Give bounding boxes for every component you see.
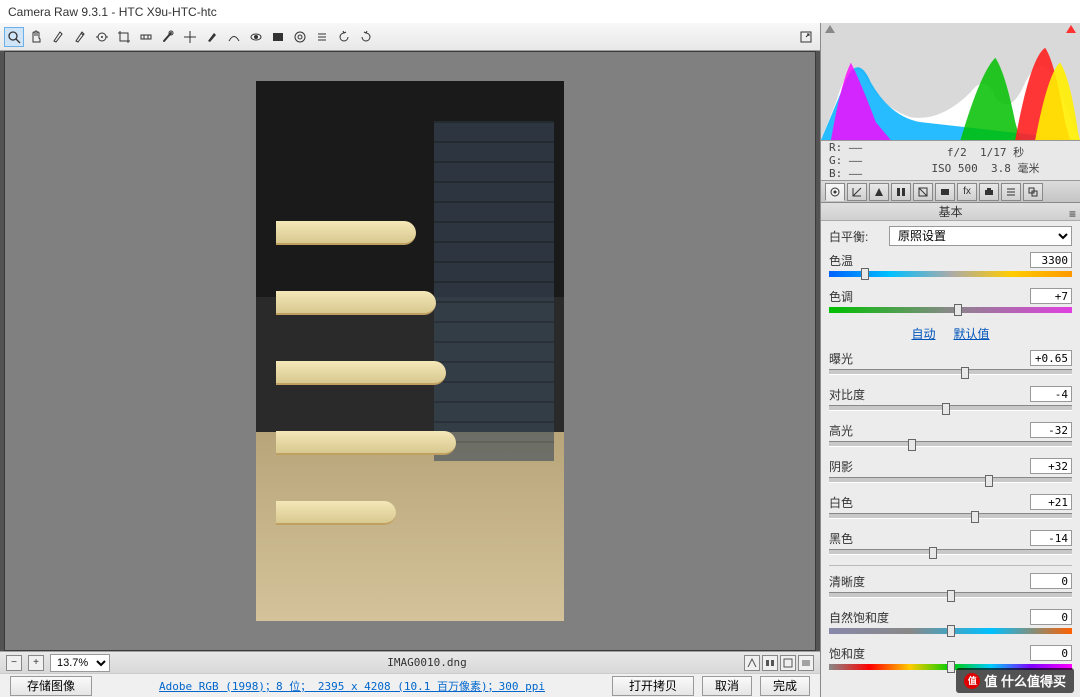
tab-split-toning[interactable] xyxy=(913,183,933,201)
adjustment-brush-tool[interactable] xyxy=(202,27,222,47)
hand-tool[interactable] xyxy=(26,27,46,47)
highlights-slider[interactable] xyxy=(829,441,1072,447)
settings-icon[interactable] xyxy=(798,655,814,671)
whites-slider[interactable] xyxy=(829,513,1072,519)
whites-label: 白色 xyxy=(829,494,853,511)
cancel-button[interactable]: 取消 xyxy=(702,676,752,696)
right-panel: R: —— G: —— B: —— f/2 1/17 秒 ISO 500 3.8… xyxy=(820,23,1080,697)
panel-menu-icon[interactable]: ≡ xyxy=(1069,205,1076,223)
exposure-input[interactable] xyxy=(1030,350,1072,366)
workflow-options-link[interactable]: Adobe RGB (1998)；8 位； 2395 x 4208 (10.1 … xyxy=(159,678,545,694)
radial-filter-tool[interactable] xyxy=(246,27,266,47)
rotate-ccw-tool[interactable] xyxy=(334,27,354,47)
vibrance-slider[interactable] xyxy=(829,628,1072,634)
straighten-tool[interactable] xyxy=(136,27,156,47)
saturation-label: 饱和度 xyxy=(829,645,865,662)
crop-tool[interactable] xyxy=(114,27,134,47)
temperature-slider[interactable] xyxy=(829,271,1072,277)
preview-icon[interactable] xyxy=(268,27,288,47)
exposure-label: 曝光 xyxy=(829,350,853,367)
open-copy-button[interactable]: 打开拷贝 xyxy=(612,676,694,696)
saturation-input[interactable] xyxy=(1030,645,1072,661)
whites-input[interactable] xyxy=(1030,494,1072,510)
highlights-label: 高光 xyxy=(829,422,853,439)
tab-hsl[interactable] xyxy=(891,183,911,201)
red-eye-tool[interactable] xyxy=(180,27,200,47)
tab-effects[interactable]: fx xyxy=(957,183,977,201)
clarity-input[interactable] xyxy=(1030,573,1072,589)
blacks-slider[interactable] xyxy=(829,549,1072,555)
tab-lens-corrections[interactable] xyxy=(935,183,955,201)
tab-snapshots[interactable] xyxy=(1023,183,1043,201)
contrast-slider[interactable] xyxy=(829,405,1072,411)
canvas-status-bar: − + 13.7% IMAG0010.dng xyxy=(0,651,820,673)
done-button[interactable]: 完成 xyxy=(760,676,810,696)
shadows-input[interactable] xyxy=(1030,458,1072,474)
window-titlebar: Camera Raw 9.3.1 - HTC X9u-HTC-htc xyxy=(0,0,1080,23)
tab-tone-curve[interactable] xyxy=(847,183,867,201)
preview-image xyxy=(256,81,564,621)
highlights-input[interactable] xyxy=(1030,422,1072,438)
footer-bar: 存储图像 Adobe RGB (1998)；8 位； 2395 x 4208 (… xyxy=(0,673,820,697)
default-link[interactable]: 默认值 xyxy=(954,325,990,342)
swap-icon[interactable] xyxy=(780,655,796,671)
contrast-input[interactable] xyxy=(1030,386,1072,402)
vibrance-input[interactable] xyxy=(1030,609,1072,625)
top-toolbar xyxy=(0,23,820,51)
zoom-in-button[interactable]: + xyxy=(28,655,44,671)
blacks-label: 黑色 xyxy=(829,530,853,547)
highlight-clip-warning-icon[interactable] xyxy=(1066,25,1076,33)
tint-label: 色调 xyxy=(829,288,853,305)
graduated-filter-tool[interactable] xyxy=(224,27,244,47)
white-balance-label: 白平衡: xyxy=(829,228,883,245)
shadows-label: 阴影 xyxy=(829,458,853,475)
window-title: Camera Raw 9.3.1 - HTC X9u-HTC-htc xyxy=(8,5,217,19)
rotate-cw-tool[interactable] xyxy=(356,27,376,47)
tab-camera-calibration[interactable] xyxy=(979,183,999,201)
shadow-clip-icon[interactable] xyxy=(825,25,835,33)
white-balance-tool[interactable] xyxy=(48,27,68,47)
filename-label: IMAG0010.dng xyxy=(116,656,738,669)
highlight-clip-icon[interactable] xyxy=(744,655,760,671)
tab-basic[interactable] xyxy=(825,183,845,201)
fullscreen-button[interactable] xyxy=(796,27,816,47)
watermark-icon: 值 xyxy=(964,673,980,689)
tab-detail[interactable] xyxy=(869,183,889,201)
auto-link[interactable]: 自动 xyxy=(911,325,935,342)
tint-input[interactable] xyxy=(1030,288,1072,304)
zoom-tool[interactable] xyxy=(4,27,24,47)
vibrance-label: 自然饱和度 xyxy=(829,609,889,626)
save-image-button[interactable]: 存储图像 xyxy=(10,676,92,696)
image-canvas[interactable] xyxy=(4,51,816,651)
tint-slider[interactable] xyxy=(829,307,1072,313)
clarity-slider[interactable] xyxy=(829,592,1072,598)
rgb-readout: R: —— G: —— B: —— f/2 1/17 秒 ISO 500 3.8… xyxy=(821,141,1080,181)
compare-icon[interactable] xyxy=(762,655,778,671)
temperature-input[interactable] xyxy=(1030,252,1072,268)
targeted-adjustment-tool[interactable] xyxy=(92,27,112,47)
blacks-input[interactable] xyxy=(1030,530,1072,546)
zoom-level-select[interactable]: 13.7% xyxy=(50,654,110,672)
zoom-out-button[interactable]: − xyxy=(6,655,22,671)
shadows-slider[interactable] xyxy=(829,477,1072,483)
spot-removal-tool[interactable] xyxy=(158,27,178,47)
basic-panel-controls: 白平衡: 原照设置 色温 色调 自动 默认值 曝光 对比度 xyxy=(821,221,1080,697)
watermark: 值 值 什么值得买 xyxy=(956,668,1074,693)
clarity-label: 清晰度 xyxy=(829,573,865,590)
white-balance-select[interactable]: 原照设置 xyxy=(889,226,1072,246)
tab-presets[interactable] xyxy=(1001,183,1021,201)
lens-icon[interactable] xyxy=(290,27,310,47)
histogram[interactable] xyxy=(821,23,1080,141)
panel-header: 基本 ≡ xyxy=(821,203,1080,221)
panel-tabs: fx xyxy=(821,181,1080,203)
temperature-label: 色温 xyxy=(829,252,853,269)
color-sampler-tool[interactable] xyxy=(70,27,90,47)
list-icon[interactable] xyxy=(312,27,332,47)
exposure-slider[interactable] xyxy=(829,369,1072,375)
contrast-label: 对比度 xyxy=(829,386,865,403)
